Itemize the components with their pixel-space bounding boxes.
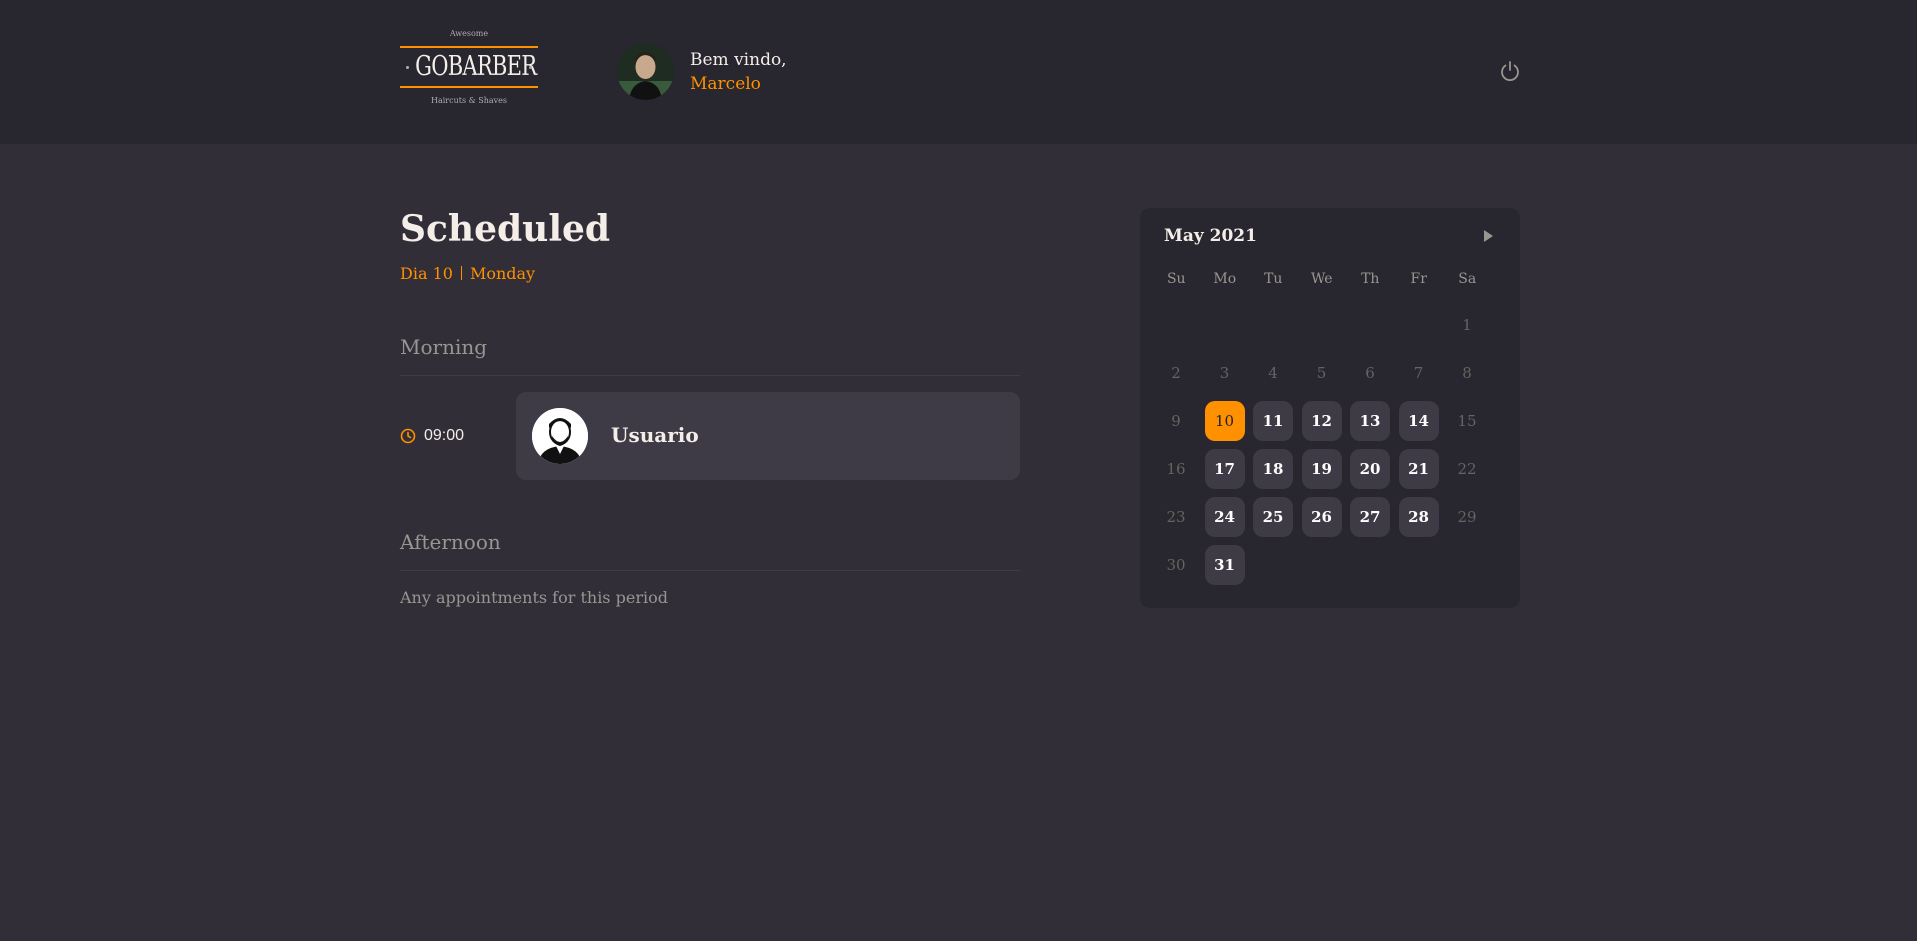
logo-top-text: Awesome (449, 29, 489, 38)
calendar-day: 1 (1462, 316, 1472, 334)
signout-button[interactable] (1498, 59, 1522, 83)
calendar-day: 3 (1219, 364, 1230, 382)
calendar-day[interactable]: 12 (1301, 401, 1342, 441)
calendar-day: 9 (1171, 412, 1181, 430)
appointment-time-text: 09:00 (424, 427, 465, 444)
calendar-day: 6 (1365, 364, 1375, 382)
weekday-label: Monday (469, 264, 536, 283)
page-title: Scheduled (400, 208, 611, 250)
triangle-right-icon (1484, 230, 1493, 242)
morning-divider (400, 375, 1020, 376)
morning-section-title: Morning (400, 335, 488, 359)
clock-icon (400, 428, 416, 444)
date-picker-calendar: May 2021 Su Mo Tu We Th Fr Sa 1 2 3 4 5 6 7 8 9 10 11 12 1… (1140, 208, 1520, 608)
calendar-day[interactable]: 21 (1398, 449, 1439, 489)
calendar-day: 23 (1166, 508, 1186, 526)
logo-rule-bottom (400, 86, 538, 88)
power-icon (1501, 61, 1519, 82)
welcome-block: Bem vindo, Marcelo (690, 48, 787, 96)
next-month-button[interactable] (1480, 228, 1496, 244)
calendar-day[interactable]: 28 (1398, 497, 1439, 537)
calendar-day[interactable]: 20 (1350, 449, 1390, 489)
logo-dot-left (406, 66, 409, 69)
client-avatar-icon (532, 408, 588, 464)
calendar-day[interactable]: 14 (1398, 401, 1439, 441)
calendar-day[interactable]: 25 (1253, 497, 1293, 537)
selected-date-subtitle: Dia 10 Monday (400, 264, 535, 283)
app-header: Awesome GOBARBER Haircuts & Shaves Bem v… (0, 0, 1917, 144)
calendar-day: 30 (1166, 556, 1186, 574)
weekday-header: We (1310, 271, 1333, 287)
client-avatar (532, 408, 588, 464)
calendar-day: 16 (1166, 460, 1186, 478)
empty-period-message: Any appointments for this period (400, 588, 668, 607)
calendar-day: 29 (1457, 508, 1477, 526)
calendar-day[interactable]: 24 (1204, 497, 1245, 537)
weekday-header: Fr (1410, 271, 1427, 287)
user-name-link[interactable]: Marcelo (690, 72, 787, 96)
gobarber-logo[interactable]: Awesome GOBARBER Haircuts & Shaves (400, 28, 538, 116)
calendar-day[interactable]: 26 (1301, 497, 1342, 537)
logo-bottom-text: Haircuts & Shaves (430, 96, 508, 105)
day-label: Dia 10 (400, 264, 453, 283)
weekday-header: Th (1361, 271, 1380, 287)
calendar-day: 2 (1171, 364, 1181, 382)
calendar-day[interactable]: 11 (1253, 401, 1293, 441)
appointment-card[interactable]: Usuario (516, 392, 1020, 480)
weekday-header: Su (1166, 271, 1186, 287)
user-avatar-photo (617, 43, 674, 100)
calendar-weekday-row: Su Mo Tu We Th Fr Sa (1152, 271, 1510, 287)
weekday-header: Mo (1213, 271, 1237, 287)
logo-brand-text: GOBARBER (415, 51, 537, 82)
appointment-time: 09:00 (400, 427, 464, 445)
calendar-day-grid: 1 2 3 4 5 6 7 8 9 10 11 12 13 14 15 16 17 18 19 20 21 22 23 24 2… (1152, 301, 1510, 589)
client-name: Usuario (611, 423, 699, 447)
subtitle-divider (460, 266, 462, 280)
calendar-month-caption: May 2021 (1164, 226, 1257, 246)
calendar-day[interactable]: 31 (1204, 545, 1245, 585)
afternoon-divider (400, 570, 1020, 571)
calendar-day[interactable]: 10 (1204, 401, 1245, 441)
calendar-day: 22 (1457, 460, 1477, 478)
user-avatar[interactable] (617, 43, 674, 100)
logo-dot-right (529, 66, 532, 69)
calendar-day[interactable]: 17 (1204, 449, 1245, 489)
calendar-day: 4 (1268, 364, 1278, 382)
calendar-day[interactable]: 19 (1301, 449, 1342, 489)
calendar-day[interactable]: 27 (1350, 497, 1390, 537)
calendar-day[interactable]: 13 (1350, 401, 1390, 441)
calendar-day: 8 (1462, 364, 1472, 382)
welcome-text: Bem vindo, (690, 50, 787, 70)
calendar-day: 15 (1457, 412, 1477, 430)
weekday-header: Tu (1264, 271, 1283, 287)
afternoon-section-title: Afternoon (400, 530, 501, 554)
calendar-day[interactable]: 18 (1253, 449, 1293, 489)
calendar-day: 5 (1316, 364, 1327, 382)
weekday-header: Sa (1458, 271, 1477, 287)
calendar-day: 7 (1413, 364, 1424, 382)
